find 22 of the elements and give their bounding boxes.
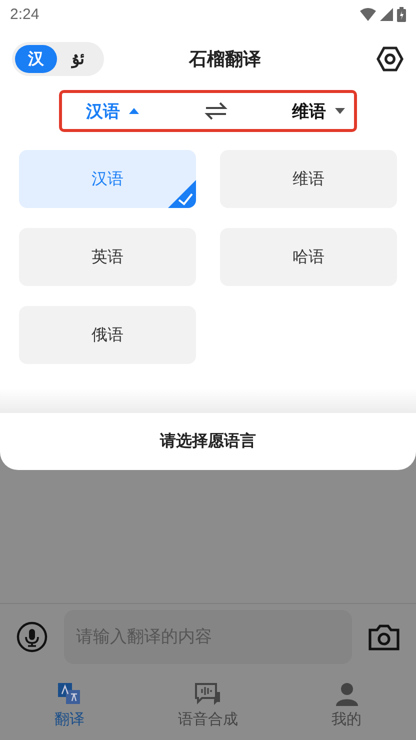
signal-icon [380,8,393,20]
sheet-title: 请选择愿语言 [160,431,256,452]
wifi-icon [360,8,376,20]
language-option[interactable]: 俄语 [19,306,196,364]
person-icon [334,682,359,706]
language-option[interactable]: 哈语 [220,228,397,286]
voice-chat-icon [194,682,222,706]
language-option[interactable]: 英语 [19,228,196,286]
language-option[interactable]: 维语 [220,150,397,208]
app-title: 石榴翻译 [189,48,261,71]
battery-icon [397,6,406,22]
translate-icon [57,682,82,706]
settings-icon[interactable] [376,45,404,73]
source-language-button[interactable]: 汉语 [86,100,140,122]
camera-icon[interactable] [368,623,400,651]
check-corner-icon [168,180,196,208]
script-option[interactable]: 汉 [15,45,57,73]
script-option[interactable]: ئۇ [57,45,99,73]
target-language-button[interactable]: 维语 [292,100,346,122]
swap-icon[interactable] [204,102,228,120]
status-time: 2:24 [10,6,40,22]
microphone-icon[interactable] [16,621,48,653]
